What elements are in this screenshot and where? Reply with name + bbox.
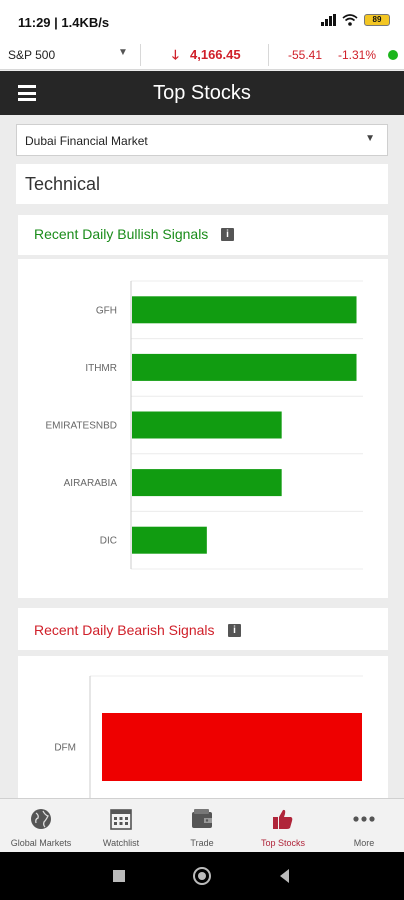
market-dropdown[interactable]: Dubai Financial Market ▼ [16,124,388,156]
nav-trade[interactable]: Trade [162,799,242,853]
arrow-down-icon: 🡓 [172,47,179,62]
section-heading: Technical [16,164,388,204]
nav-top-stocks[interactable]: Top Stocks [243,799,323,853]
back-icon[interactable] [280,869,289,883]
app-header: Top Stocks [0,71,404,115]
bullish-tick-label: AIRARABIA [64,478,118,489]
bullish-title: Recent Daily Bullish Signals [34,226,209,242]
nav-label: Trade [190,838,214,848]
divider [140,44,141,66]
status-time: 11:29 | 1.4KB/s [18,15,110,30]
nav-label: Watchlist [102,838,140,848]
bullish-tick-label: ITHMR [85,363,117,374]
info-icon[interactable]: i [221,228,234,241]
bullish-bar-emiratesnbd[interactable] [132,411,282,439]
divider [268,44,269,66]
bottom-nav: Global Markets Watchlist Trade Top Stock… [0,798,404,852]
bearish-chart-card: DFM [18,656,388,798]
battery-icon: 89 [364,14,390,26]
nav-label: Global Markets [10,838,72,848]
bullish-header-card: Recent Daily Bullish Signals i [18,215,388,255]
chevron-down-icon[interactable]: ▼ [118,47,128,58]
index-ticker[interactable]: S&P 500 ▼ 🡓 4,166.45 -55.41 -1.31% [0,40,404,70]
recent-apps-icon[interactable] [113,870,125,882]
wifi-icon [342,14,358,26]
index-price: 4,166.45 [190,47,241,62]
bearish-title: Recent Daily Bearish Signals [34,622,215,638]
status-icons: 89 [321,14,390,26]
chevron-down-icon[interactable]: ▼ [365,133,375,144]
thumbs-up-icon [273,809,293,829]
bullish-bar-chart: GFH ITHMR EMIRATESNBD AIRARABIA DIC [46,280,363,570]
bearish-tick-label: DFM [54,743,76,754]
nav-watchlist[interactable]: Watchlist [81,799,161,853]
nav-label: Top Stocks [260,838,306,848]
nav-label: More [353,838,375,848]
globe-icon [31,809,51,829]
index-symbol[interactable]: S&P 500 [8,48,55,62]
bullish-tick-label: EMIRATESNBD [46,421,118,432]
bullish-bar-dic[interactable] [132,526,207,554]
bearish-bar-dfm[interactable] [102,713,362,781]
wallet-icon [192,809,212,828]
bullish-bar-gfh[interactable] [132,296,357,324]
index-change-percent: -1.31% [338,48,377,62]
system-nav-buttons [113,867,289,885]
section-title: Technical [25,174,101,194]
nav-global-markets[interactable]: Global Markets [1,799,81,853]
calendar-icon [110,809,132,830]
page-title: Top Stocks [153,82,251,104]
bullish-bar-ithmr[interactable] [132,353,357,381]
system-nav-bar [0,852,404,900]
status-bar: 11:29 | 1.4KB/s 89 [0,0,404,40]
bearish-bar-chart: DFM [54,675,363,798]
home-icon-center [198,872,206,880]
bullish-tick-label: DIC [100,536,117,547]
signal-icon [321,14,336,26]
bearish-header-card: Recent Daily Bearish Signals i [18,608,388,650]
bullish-bar-airarabia[interactable] [132,469,282,497]
more-icon [353,816,375,822]
bullish-tick-label: GFH [96,305,117,316]
index-change: -55.41 [288,48,323,62]
bullish-chart-card: GFH ITHMR EMIRATESNBD AIRARABIA DIC [18,259,388,598]
nav-more[interactable]: More [324,799,404,853]
market-dropdown-value[interactable]: Dubai Financial Market [25,134,148,148]
info-icon[interactable]: i [228,624,241,637]
market-live-indicator [388,50,398,60]
